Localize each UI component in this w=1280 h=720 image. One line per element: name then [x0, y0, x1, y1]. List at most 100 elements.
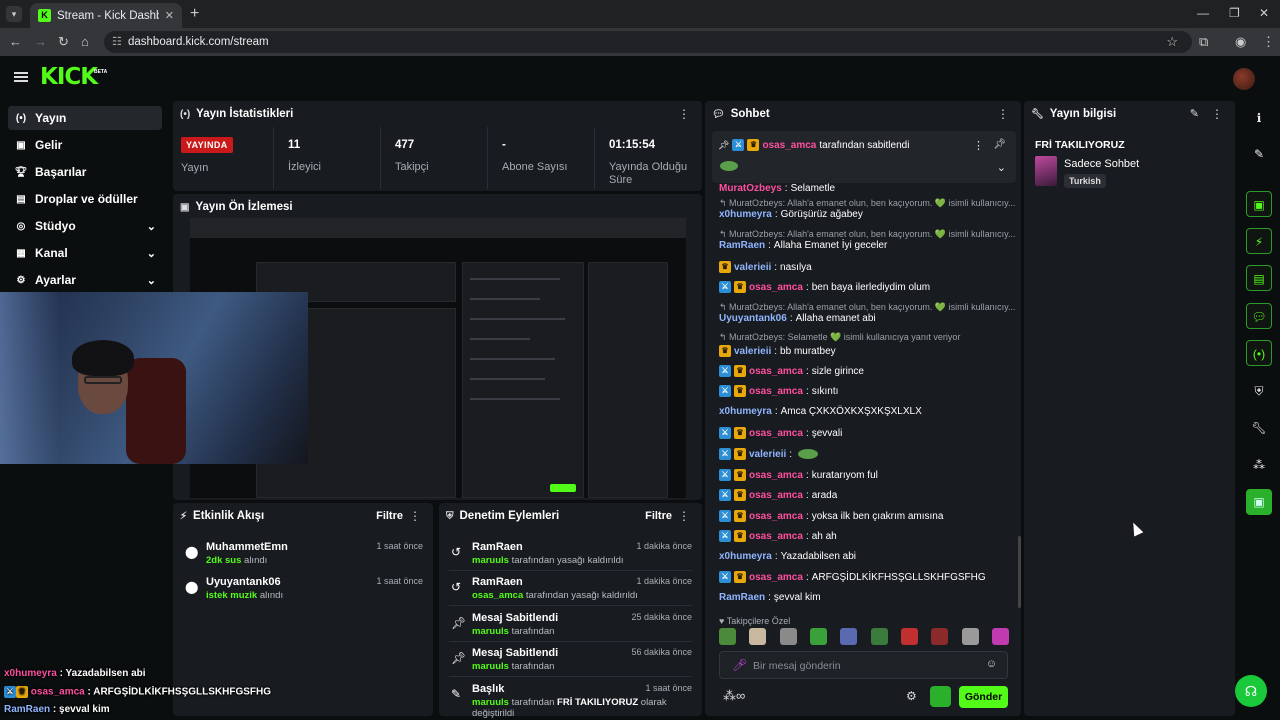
- chat-username[interactable]: osas_amca: [749, 282, 803, 293]
- chevron-down-icon[interactable]: ⌄: [997, 161, 1006, 174]
- chrome-menu-icon[interactable]: ⋮: [1262, 34, 1275, 50]
- chat-username[interactable]: osas_amca: [749, 572, 803, 583]
- maximize-icon[interactable]: ❐: [1229, 6, 1240, 20]
- pinned-message[interactable]: 📌︎ ⚔ ♛ osas_amca tarafından sabitlendi 📌…: [712, 131, 1016, 183]
- document-icon[interactable]: ▤: [1246, 265, 1272, 291]
- chat-settings-icon[interactable]: ⚙: [906, 689, 917, 703]
- emote-icon[interactable]: [961, 628, 979, 645]
- more-options-icon[interactable]: ⋮: [1211, 107, 1223, 121]
- moderation-filter-button[interactable]: Filtre: [645, 510, 672, 522]
- emote-icon[interactable]: [991, 628, 1009, 645]
- emote-icon[interactable]: [870, 628, 888, 645]
- chat-username[interactable]: osas_amca: [749, 531, 803, 542]
- preview-send-button: [550, 484, 576, 492]
- extensions-icon[interactable]: ⧉: [1199, 34, 1208, 50]
- chat-username[interactable]: x0humeyra: [719, 551, 772, 562]
- chat-icon[interactable]: 💬︎: [1246, 303, 1272, 329]
- list-item: ⬤ MuhammetEmn 2dk sus alındı 1 saat önce: [173, 541, 433, 577]
- chat-username[interactable]: Uyuyantank06: [719, 313, 787, 324]
- more-options-icon[interactable]: ⋮: [409, 509, 421, 523]
- forward-icon[interactable]: →: [34, 34, 47, 49]
- edit-icon[interactable]: ✎: [1190, 107, 1199, 120]
- mod-time: 25 dakika önce: [631, 612, 692, 622]
- chat-username[interactable]: RamRaen: [719, 240, 765, 251]
- site-info-icon[interactable]: ☷: [112, 35, 122, 48]
- chat-username[interactable]: valerieii: [734, 346, 771, 357]
- send-button[interactable]: Gönder: [959, 686, 1008, 708]
- help-icon[interactable]: ☊: [1235, 675, 1267, 707]
- points-infinity-icon[interactable]: ⁂∞: [723, 688, 745, 704]
- camera-box-icon[interactable]: ▣: [1246, 191, 1272, 217]
- chat-username[interactable]: osas_amca: [749, 470, 803, 481]
- unpin-icon[interactable]: 📌︎: [993, 139, 1006, 150]
- chat-username[interactable]: MuratOzbeys: [719, 183, 782, 194]
- kick-bot-icon[interactable]: [930, 686, 951, 707]
- browser-tab[interactable]: K Stream - Kick Dashboard ✕: [30, 3, 182, 28]
- emote-icon[interactable]: [719, 628, 736, 645]
- menu-icon[interactable]: [14, 72, 28, 82]
- chat-scrollbar[interactable]: [1018, 536, 1021, 608]
- back-icon[interactable]: ←: [9, 34, 22, 49]
- close-window-icon[interactable]: ✕: [1259, 6, 1269, 20]
- sidebar-item-kanal[interactable]: ▦ Kanal ⌄: [8, 241, 162, 265]
- sidebar-item-basarilar[interactable]: 🏆︎ Başarılar: [8, 160, 162, 184]
- pencil-icon[interactable]: ✎: [1246, 141, 1272, 167]
- chat-username[interactable]: osas_amca: [749, 386, 803, 397]
- chat-username[interactable]: osas_amca: [749, 366, 803, 377]
- chat-username[interactable]: valerieii: [749, 449, 786, 460]
- bookmark-star-icon[interactable]: ☆: [1166, 34, 1178, 50]
- divider: [273, 127, 274, 189]
- more-options-icon[interactable]: ⋮: [678, 509, 690, 523]
- minimize-icon[interactable]: —: [1197, 6, 1209, 20]
- lightning-icon[interactable]: ⚡︎: [1246, 228, 1272, 254]
- more-options-icon[interactable]: ⋮: [678, 107, 690, 121]
- wrench-icon[interactable]: 🔧︎: [1246, 415, 1272, 441]
- chat-username[interactable]: x0humeyra: [719, 209, 772, 220]
- mod-badge-icon: ⚔: [719, 469, 731, 481]
- crown-badge-icon: ♛: [734, 281, 746, 293]
- home-icon[interactable]: ⌂: [81, 34, 89, 49]
- emote-icon[interactable]: [809, 628, 827, 645]
- url-field[interactable]: ☷ dashboard.kick.com/stream ☆: [104, 31, 1192, 53]
- crown-badge-icon: ♛: [734, 510, 746, 522]
- user-avatar[interactable]: [1233, 68, 1255, 90]
- chat-username[interactable]: x0humeyra: [719, 406, 772, 417]
- sidebar-item-gelir[interactable]: ▣ Gelir: [8, 133, 162, 157]
- kick-bot-icon[interactable]: ▣: [1246, 489, 1272, 515]
- chat-username[interactable]: osas_amca: [749, 490, 803, 501]
- more-options-icon[interactable]: ⋮: [997, 107, 1009, 121]
- emote-icon[interactable]: [779, 628, 797, 645]
- chat-username[interactable]: osas_amca: [749, 511, 803, 522]
- emote-icon[interactable]: [931, 628, 949, 645]
- info-icon[interactable]: ℹ: [1246, 105, 1272, 131]
- dashboard-topbar: KICK BETA: [0, 56, 1280, 100]
- more-options-icon[interactable]: ⋮: [973, 139, 984, 152]
- chat-colon: :: [805, 281, 809, 293]
- sidebar-item-studyo[interactable]: ◎ Stüdyo ⌄: [8, 214, 162, 238]
- studio-icon: ◎: [16, 220, 26, 232]
- moderation-icon[interactable]: ⛨: [1246, 378, 1272, 404]
- points-icon[interactable]: ⁂: [1246, 452, 1272, 478]
- close-tab-icon[interactable]: ✕: [165, 9, 174, 22]
- new-tab-icon[interactable]: +: [190, 5, 199, 23]
- activity-filter-button[interactable]: Filtre: [376, 510, 403, 522]
- sidebar-item-droplar[interactable]: ▤ Droplar ve ödüller: [8, 187, 162, 211]
- emote-icon[interactable]: [749, 628, 767, 645]
- emoji-icon[interactable]: ☺: [986, 658, 997, 670]
- sidebar-item-ayarlar[interactable]: ⚙ Ayarlar ⌄: [8, 268, 162, 292]
- chat-username[interactable]: valerieii: [734, 262, 771, 273]
- chat-username[interactable]: RamRaen: [719, 592, 765, 603]
- reply-context: ↰ MuratOzbeys: Allah'a emanet olun, ben …: [719, 302, 1015, 313]
- microphone-icon[interactable]: 🎤︎: [732, 658, 747, 672]
- feed-user: MuhammetEmn: [206, 541, 288, 553]
- chat-input[interactable]: 🎤︎ Bir mesaj gönderin ☺: [719, 651, 1008, 679]
- broadcast-icon[interactable]: (•): [1246, 340, 1272, 366]
- emote-icon[interactable]: [840, 628, 858, 645]
- sidebar-item-yayin[interactable]: (•) Yayın: [8, 106, 162, 130]
- tab-search-icon[interactable]: ▾: [6, 6, 22, 22]
- reload-icon[interactable]: ↻: [58, 34, 69, 50]
- chat-username[interactable]: osas_amca: [749, 428, 803, 439]
- kick-logo[interactable]: KICK: [40, 64, 98, 90]
- emote-icon[interactable]: [900, 628, 918, 645]
- profile-icon[interactable]: ◉: [1235, 34, 1246, 50]
